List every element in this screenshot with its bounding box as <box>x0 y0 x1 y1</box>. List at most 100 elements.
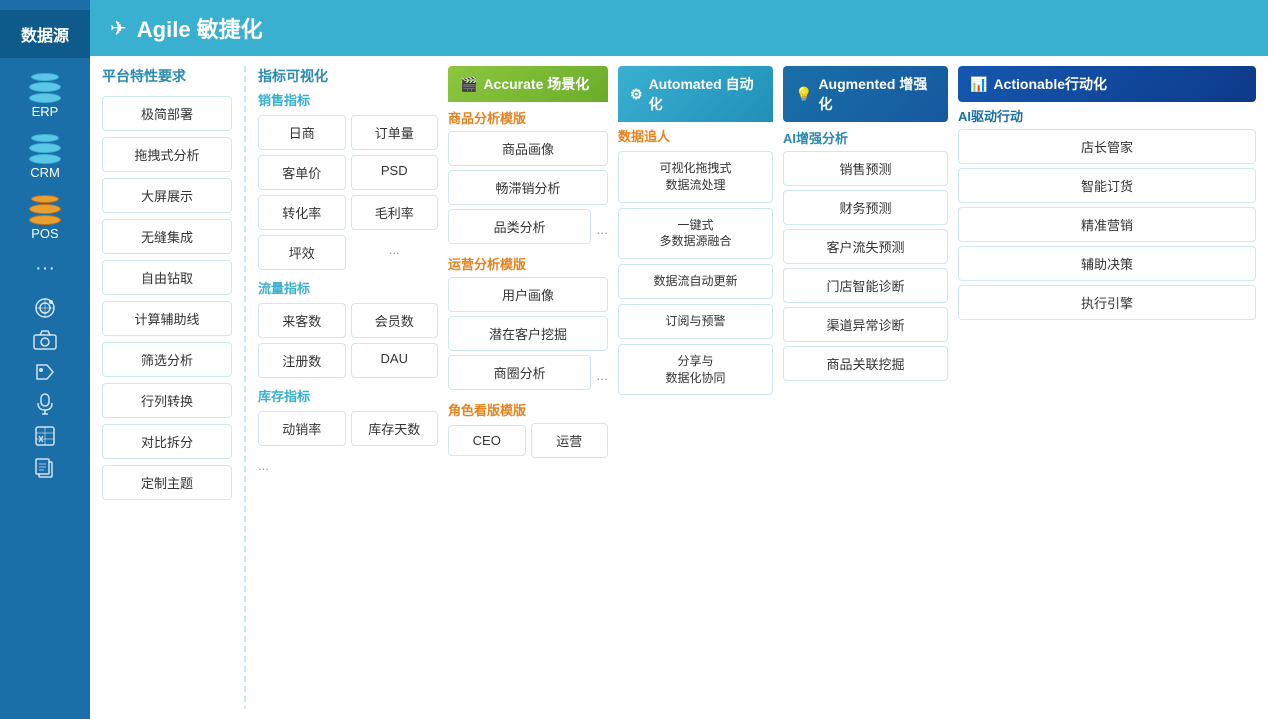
content-area: ✈ Agile 敏捷化 平台特性要求 极简部署 拖拽式分析 大屏展示 无缝集成 … <box>90 0 1268 719</box>
copy-icon[interactable] <box>27 454 63 482</box>
metric-kedanjia[interactable]: 客单价 <box>258 155 346 190</box>
action-assist-decision[interactable]: 辅助决策 <box>958 246 1256 281</box>
business-circle[interactable]: 商圈分析 <box>448 355 591 390</box>
action-exec-engine[interactable]: 执行引擎 <box>958 285 1256 320</box>
metric-laike[interactable]: 来客数 <box>258 303 346 338</box>
tracker-onekey-fusion[interactable]: 一键式 多数据源融合 <box>618 208 773 260</box>
action-store-manager[interactable]: 店长管家 <box>958 129 1256 164</box>
action-smart-order[interactable]: 智能订货 <box>958 168 1256 203</box>
metric-psd[interactable]: PSD <box>351 155 439 190</box>
automated-header: ⚙ Automated 自动化 <box>618 66 773 122</box>
more-dots-icon: ··· <box>35 257 55 280</box>
ai-channel-diagnose[interactable]: 渠道异常诊断 <box>783 307 948 342</box>
sales-metrics-title: 销售指标 <box>258 90 438 109</box>
sidebar-item-more[interactable]: ··· <box>5 251 85 286</box>
ceo-view[interactable]: CEO <box>448 425 526 456</box>
sidebar-item-crm[interactable]: CRM <box>5 129 85 186</box>
metric-dau[interactable]: DAU <box>351 343 439 378</box>
tracker-visual-drag[interactable]: 可视化拖拽式 数据流处理 <box>618 151 773 203</box>
ops-more: ... <box>596 367 608 383</box>
metrics-title: 指标可视化 <box>258 66 438 86</box>
metric-sales-more: ... <box>351 235 439 270</box>
ai-sales-forecast[interactable]: 销售预测 <box>783 151 948 186</box>
ai-churn-forecast[interactable]: 客户流失预测 <box>783 229 948 264</box>
tracker-subscribe[interactable]: 订阅与预警 <box>618 304 773 339</box>
ai-store-diagnose[interactable]: 门店智能诊断 <box>783 268 948 303</box>
accurate-header: 🎬 Accurate 场景化 <box>448 66 608 102</box>
tag-icon[interactable] <box>27 358 63 386</box>
metric-zhuce[interactable]: 注册数 <box>258 343 346 378</box>
ops-view[interactable]: 运营 <box>531 423 609 458</box>
sidebar-header: 数据源 <box>0 10 90 58</box>
data-tracker-column: ⚙ Automated 自动化 数据追人 可视化拖拽式 数据流处理 一键式 多数… <box>618 66 773 709</box>
sidebar-item-pos[interactable]: POS <box>5 190 85 247</box>
accurate-title: Accurate 场景化 <box>483 74 589 94</box>
ai-action-title: AI驱动行动 <box>958 106 1256 125</box>
metric-dongxiao[interactable]: 动销率 <box>258 411 346 446</box>
main-content: 平台特性要求 极简部署 拖拽式分析 大屏展示 无缝集成 自由钻取 计算辅助线 筛… <box>90 56 1268 719</box>
sidebar: 数据源 ERP CRM <box>0 0 90 719</box>
feature-daping[interactable]: 大屏展示 <box>102 178 232 213</box>
feature-duibi[interactable]: 对比拆分 <box>102 424 232 459</box>
platform-column: 平台特性要求 极简部署 拖拽式分析 大屏展示 无缝集成 自由钻取 计算辅助线 筛… <box>102 66 232 709</box>
augmented-icon: 💡 <box>795 86 812 103</box>
sales-metrics-grid: 日商 订单量 客单价 PSD 转化率 毛利率 坪效 ... <box>258 115 438 270</box>
camera-icon[interactable] <box>27 326 63 354</box>
metric-maoli[interactable]: 毛利率 <box>351 195 439 230</box>
feature-hanglie[interactable]: 行列转换 <box>102 383 232 418</box>
actionable-column: 📊 Actionable行动化 AI驱动行动 店长管家 智能订货 精准营销 辅助… <box>958 66 1256 709</box>
flow-metrics-title: 流量指标 <box>258 278 438 297</box>
ai-finance-forecast[interactable]: 财务预测 <box>783 190 948 225</box>
potential-customer[interactable]: 潜在客户挖掘 <box>448 316 608 351</box>
tracker-share[interactable]: 分享与 数据化协同 <box>618 344 773 396</box>
feature-ziyou[interactable]: 自由钻取 <box>102 260 232 295</box>
feature-jijian[interactable]: 极简部署 <box>102 96 232 131</box>
product-image[interactable]: 商品画像 <box>448 131 608 166</box>
ai-column: 💡 Augmented 增强化 AI增强分析 销售预测 财务预测 客户流失预测 … <box>783 66 948 709</box>
slow-sales[interactable]: 畅滞销分析 <box>448 170 608 205</box>
sidebar-item-erp[interactable]: ERP <box>5 68 85 125</box>
augmented-title: Augmented 增强化 <box>818 74 936 114</box>
metric-huiyuan[interactable]: 会员数 <box>351 303 439 338</box>
automated-title: Automated 自动化 <box>649 74 761 114</box>
actionable-header: 📊 Actionable行动化 <box>958 66 1256 102</box>
ops-analysis-row: 商圈分析 ... <box>448 355 608 394</box>
category-analysis[interactable]: 品类分析 <box>448 209 591 244</box>
flow-metrics-grid: 来客数 会员数 注册数 DAU <box>258 303 438 378</box>
erp-icon <box>27 74 63 102</box>
feature-jisuan[interactable]: 计算辅助线 <box>102 301 232 336</box>
product-analysis-row: 品类分析 ... <box>448 209 608 248</box>
product-analysis-title: 商品分析模版 <box>448 108 608 127</box>
weibo-icon[interactable] <box>27 294 63 322</box>
inventory-metrics-title: 库存指标 <box>258 386 438 405</box>
user-portrait[interactable]: 用户画像 <box>448 277 608 312</box>
feature-tuozhuai[interactable]: 拖拽式分析 <box>102 137 232 172</box>
role-view-row: CEO 运营 <box>448 423 608 462</box>
feature-wufeng[interactable]: 无缝集成 <box>102 219 232 254</box>
ai-product-mining[interactable]: 商品关联挖掘 <box>783 346 948 381</box>
tracker-auto-update[interactable]: 数据流自动更新 <box>618 264 773 299</box>
crm-icon <box>27 135 63 163</box>
inventory-more: ... <box>258 454 438 477</box>
analysis-column: 🎬 Accurate 场景化 商品分析模版 商品画像 畅滞销分析 品类分析 ..… <box>448 66 608 709</box>
metric-pingxiao[interactable]: 坪效 <box>258 235 346 270</box>
ops-analysis-title: 运营分析模版 <box>448 254 608 273</box>
pos-icon <box>27 196 63 224</box>
product-more: ... <box>596 221 608 237</box>
agile-icon: ✈ <box>110 16 127 41</box>
metric-kucun[interactable]: 库存天数 <box>351 411 439 446</box>
page-header: ✈ Agile 敏捷化 <box>90 0 1268 56</box>
ai-analysis-title: AI增强分析 <box>783 128 948 147</box>
mic-icon[interactable] <box>27 390 63 418</box>
excel-icon[interactable] <box>27 422 63 450</box>
metric-dingdan[interactable]: 订单量 <box>351 115 439 150</box>
metric-rishang[interactable]: 日商 <box>258 115 346 150</box>
main-container: 数据源 ERP CRM <box>0 0 1268 719</box>
actionable-icon: 📊 <box>970 76 987 93</box>
accurate-icon: 🎬 <box>460 76 477 93</box>
action-precise-marketing[interactable]: 精准营销 <box>958 207 1256 242</box>
feature-dingzhi[interactable]: 定制主题 <box>102 465 232 500</box>
automated-icon: ⚙ <box>630 86 643 103</box>
feature-shaixuan[interactable]: 筛选分析 <box>102 342 232 377</box>
metric-zhuanhua[interactable]: 转化率 <box>258 195 346 230</box>
